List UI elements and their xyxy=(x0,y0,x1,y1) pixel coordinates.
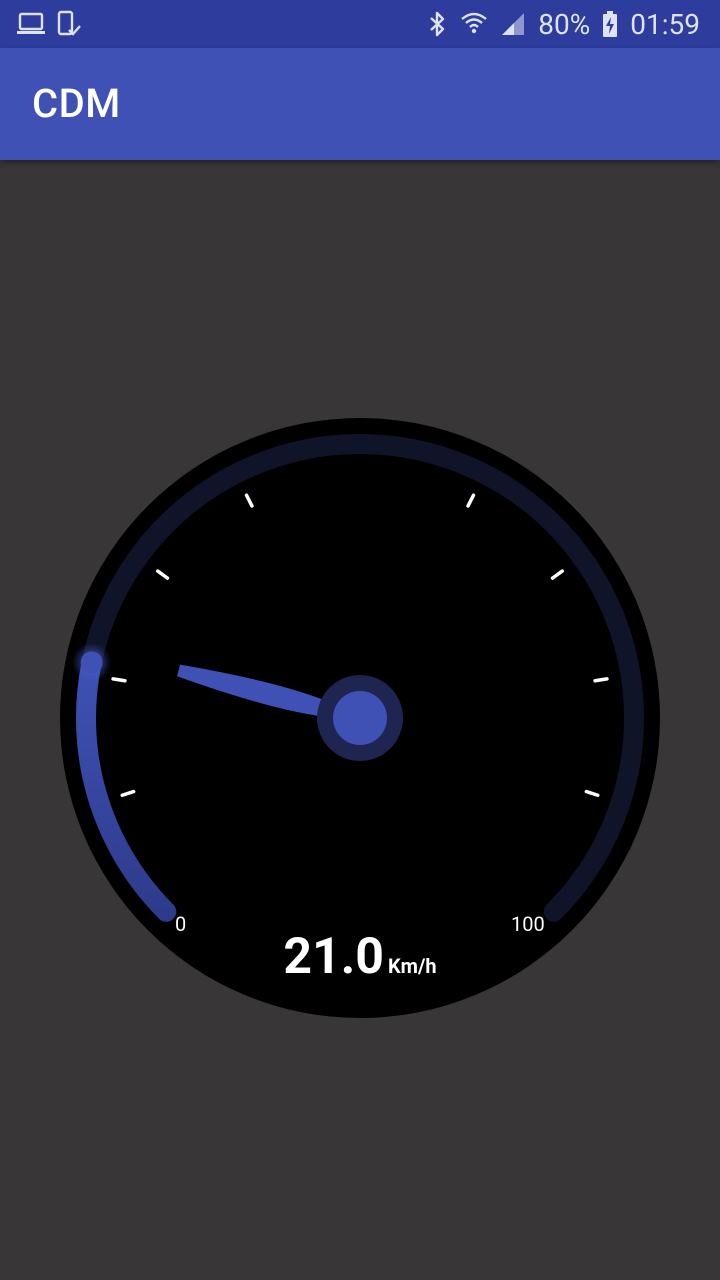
phone-check-icon xyxy=(56,10,82,38)
laptop-icon xyxy=(16,11,46,37)
notification-icons xyxy=(16,10,82,38)
wifi-icon xyxy=(460,10,488,38)
app-bar: CDM xyxy=(0,48,720,160)
speed-unit: Km/h xyxy=(387,954,437,978)
app-title: CDM xyxy=(32,80,121,127)
progress-tip xyxy=(80,651,103,674)
status-bar: 80% 01:59 xyxy=(0,0,720,48)
gauge-tick xyxy=(111,677,127,683)
gauge-tick xyxy=(593,677,609,683)
needle-hub xyxy=(333,691,387,745)
speed-value: 21.0 xyxy=(283,928,384,986)
signal-icon xyxy=(500,11,526,37)
system-indicators: 80% 01:59 xyxy=(428,0,700,48)
battery-charging-icon xyxy=(602,10,618,38)
battery-percent: 80% xyxy=(538,7,591,41)
bluetooth-icon xyxy=(428,10,448,38)
clock: 01:59 xyxy=(630,7,700,41)
speed-readout: 21.0 Km/h xyxy=(60,928,660,986)
speedometer-gauge: 0 100 21.0 Km/h xyxy=(60,418,660,1018)
